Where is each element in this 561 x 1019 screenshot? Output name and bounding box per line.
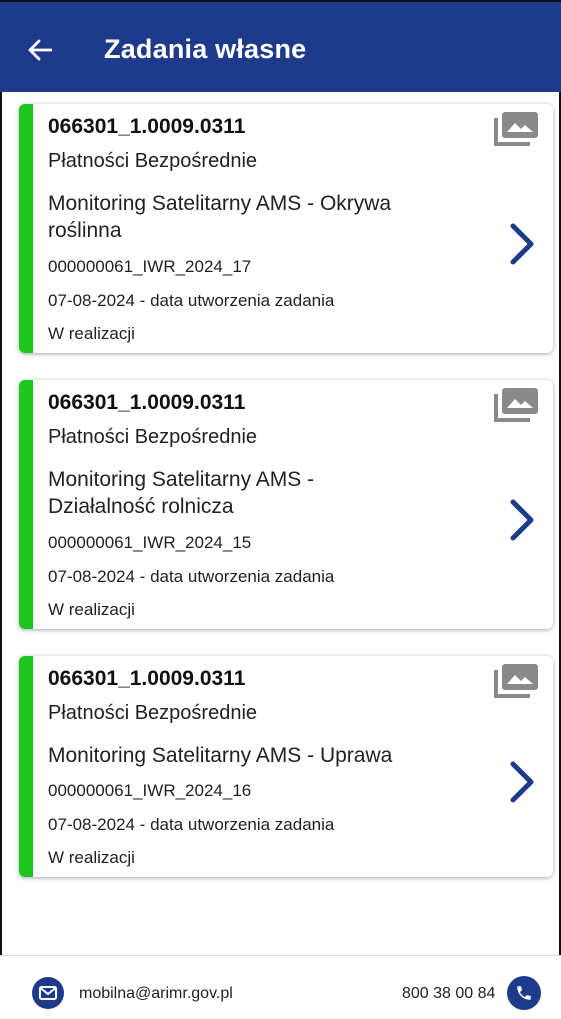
task-code: 066301_1.0009.0311 — [48, 667, 246, 690]
task-program: Płatności Bezpośrednie — [48, 150, 258, 172]
task-reference: 000000061_IWR_2024_16 — [48, 781, 252, 800]
status-accent-bar — [19, 104, 33, 353]
task-card[interactable]: 066301_1.0009.0311 Płatności Bezpośredni… — [19, 656, 553, 877]
task-card[interactable]: 066301_1.0009.0311 Płatności Bezpośredni… — [19, 104, 553, 353]
gallery-icon[interactable] — [490, 662, 540, 700]
task-code: 066301_1.0009.0311 — [48, 115, 246, 138]
back-button[interactable] — [22, 32, 58, 68]
gallery-icon[interactable] — [490, 110, 540, 148]
chevron-right-icon[interactable] — [505, 222, 537, 266]
task-status: W realizacji — [48, 324, 135, 343]
page-title: Zadania własne — [104, 34, 307, 64]
phone-number[interactable]: 800 38 00 84 — [402, 985, 495, 1003]
chevron-right-icon[interactable] — [505, 498, 537, 542]
task-program: Płatności Bezpośrednie — [48, 426, 258, 448]
task-created-date: 07-08-2024 - data utworzenia zadania — [48, 567, 335, 586]
task-name: Monitoring Satelitarny AMS - Okrywa rośl… — [48, 192, 392, 242]
arrow-left-icon — [28, 39, 52, 61]
task-created-date: 07-08-2024 - data utworzenia zadania — [48, 815, 335, 834]
email-address[interactable]: mobilna@arimr.gov.pl — [79, 985, 233, 1003]
task-status: W realizacji — [48, 600, 135, 619]
task-reference: 000000061_IWR_2024_15 — [48, 533, 252, 552]
task-created-date: 07-08-2024 - data utworzenia zadania — [48, 291, 335, 310]
status-accent-bar — [19, 380, 33, 629]
task-card[interactable]: 066301_1.0009.0311 Płatności Bezpośredni… — [19, 380, 553, 629]
task-name: Monitoring Satelitarny AMS - Działalność… — [48, 468, 315, 518]
mail-icon — [39, 986, 57, 1000]
contact-footer: mobilna@arimr.gov.pl 800 38 00 84 — [0, 955, 561, 1019]
status-accent-bar — [19, 656, 33, 877]
task-program: Płatności Bezpośrednie — [48, 702, 258, 724]
call-button[interactable] — [507, 976, 541, 1010]
task-name: Monitoring Satelitarny AMS - Uprawa — [48, 744, 393, 767]
task-status: W realizacji — [48, 848, 135, 867]
app-bar: Zadania własne — [0, 0, 561, 92]
phone-icon — [517, 986, 531, 1000]
task-reference: 000000061_IWR_2024_17 — [48, 257, 252, 276]
gallery-icon[interactable] — [490, 386, 540, 424]
task-code: 066301_1.0009.0311 — [48, 391, 246, 414]
chevron-right-icon[interactable] — [505, 760, 537, 804]
email-button[interactable] — [32, 977, 64, 1009]
